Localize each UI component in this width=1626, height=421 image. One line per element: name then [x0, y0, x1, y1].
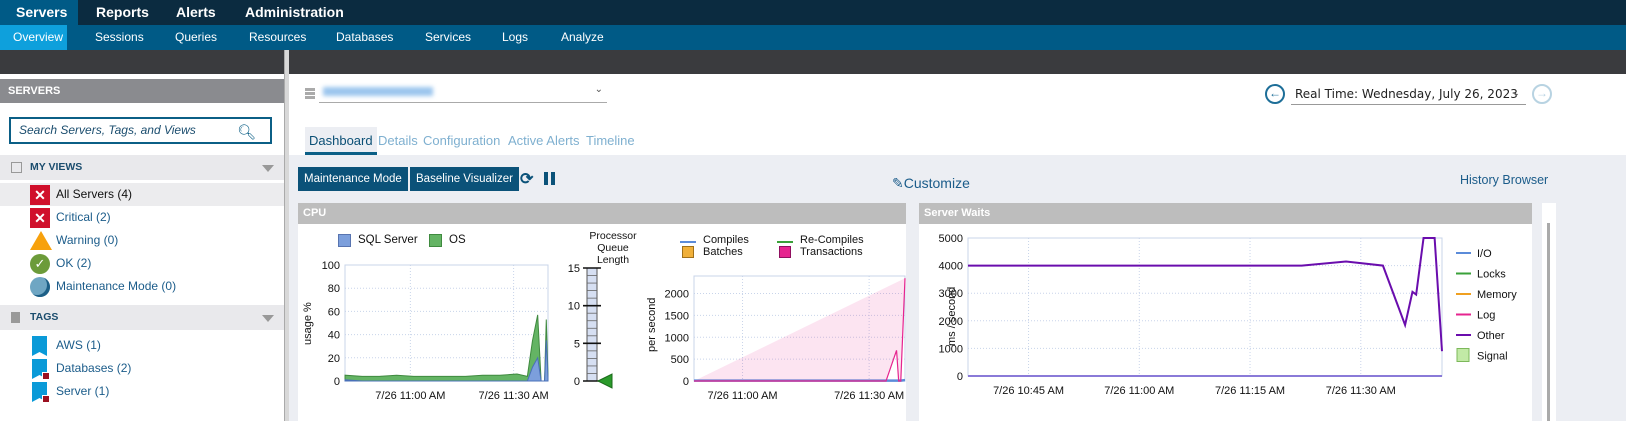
refresh-icon[interactable]: ⟳ — [520, 169, 533, 189]
subnav-databases[interactable]: Databases — [323, 25, 406, 50]
server-waits-panel — [919, 224, 1532, 421]
subnav-analyze[interactable]: Analyze — [548, 25, 617, 50]
legend-transactions: Transactions — [800, 246, 863, 258]
tag-label: AWS (1) — [56, 338, 101, 352]
tags-label: TAGS — [30, 311, 59, 323]
critical-icon: ✕ — [30, 208, 50, 228]
critical-icon: ✕ — [30, 185, 50, 205]
my-views-label: MY VIEWS — [30, 161, 83, 173]
tag-group-icon — [11, 312, 20, 323]
chevron-down-icon: ⌄ — [594, 84, 603, 95]
maintenance-mode-button[interactable]: Maintenance Mode — [298, 167, 408, 191]
tab-details[interactable]: Details — [378, 127, 418, 155]
legend-sql-server: SQL Server — [358, 234, 418, 246]
tag-label: Server (1) — [56, 384, 110, 398]
server-name-redacted — [323, 87, 433, 96]
search-icon[interactable]: 🔍︎ — [237, 121, 256, 144]
realtime-selector[interactable]: Real Time: Wednesday, July 26, 2023 ⌄ — [1291, 83, 1526, 105]
legend-swatch-os — [429, 234, 442, 247]
persecond-ylabel: per second — [646, 297, 658, 352]
previous-arrow-icon[interactable]: ← — [1265, 84, 1285, 104]
nav-reports[interactable]: Reports — [80, 0, 165, 25]
search-input[interactable]: Search Servers, Tags, and Views 🔍︎ — [9, 117, 272, 144]
legend-swatch-batches — [682, 246, 694, 258]
view-critical[interactable]: ✕ Critical (2) — [0, 206, 284, 229]
history-browser-link[interactable]: History Browser — [1460, 173, 1548, 187]
scrollbar[interactable] — [1542, 203, 1556, 421]
toolbar-strip — [0, 50, 1626, 74]
pencil-icon: ✎ — [892, 175, 904, 191]
legend-batches: Batches — [703, 246, 743, 258]
nav-servers[interactable]: Servers — [0, 0, 78, 25]
tag-alert-icon — [42, 395, 50, 403]
legend-line-compiles — [680, 241, 696, 243]
warning-icon — [30, 231, 52, 250]
tag-server[interactable]: Server (1) — [0, 380, 284, 403]
view-label: Critical (2) — [56, 210, 111, 224]
nav-administration[interactable]: Administration — [229, 0, 360, 25]
customize-link[interactable]: ✎Customize — [892, 175, 970, 192]
cpu-ylabel: usage % — [302, 302, 314, 345]
legend-recompiles: Re-Compiles — [800, 234, 864, 246]
next-arrow-icon[interactable]: → — [1532, 84, 1552, 104]
search-placeholder: Search Servers, Tags, and Views — [19, 123, 196, 137]
top-nav: Servers Reports Alerts Administration — [0, 0, 1626, 25]
legend-swatch-sql — [338, 234, 351, 247]
queue-length-title: Processor Queue Length — [589, 230, 637, 266]
tag-aws[interactable]: AWS (1) — [0, 334, 284, 357]
customize-label: Customize — [903, 175, 970, 191]
legend-line-recompiles — [777, 241, 793, 243]
collapse-icon[interactable] — [262, 315, 274, 322]
server-waits-panel-title: Server Waits — [919, 203, 1532, 224]
chevron-down-icon: ⌄ — [1512, 89, 1520, 99]
subnav-sessions[interactable]: Sessions — [82, 25, 157, 50]
tags-header[interactable]: TAGS — [0, 305, 284, 330]
subnav-overview[interactable]: Overview — [0, 25, 67, 50]
baseline-visualizer-button[interactable]: Baseline Visualizer — [410, 167, 519, 191]
views-icon — [11, 162, 22, 173]
view-ok[interactable]: ✓ OK (2) — [0, 252, 284, 275]
view-warning[interactable]: Warning (0) — [0, 229, 284, 252]
tag-icon — [32, 336, 47, 356]
tag-label: Databases (2) — [56, 361, 132, 375]
pause-icon[interactable] — [544, 172, 548, 185]
view-all-servers[interactable]: ✕ All Servers (4) — [0, 183, 284, 206]
tag-alert-icon — [42, 372, 50, 380]
tab-timeline[interactable]: Timeline — [586, 127, 635, 155]
view-label: Maintenance Mode (0) — [56, 279, 177, 293]
server-selector[interactable]: ⌄ — [319, 82, 607, 103]
scrollbar-thumb[interactable] — [1547, 223, 1550, 421]
tab-active-alerts[interactable]: Active Alerts — [508, 127, 580, 155]
tag-databases[interactable]: Databases (2) — [0, 357, 284, 380]
legend-os: OS — [449, 234, 466, 246]
sidebar: SERVERS Search Servers, Tags, and Views 🔍… — [0, 74, 284, 421]
subnav-queries[interactable]: Queries — [162, 25, 230, 50]
server-icon — [305, 88, 315, 99]
collapse-icon[interactable] — [262, 165, 274, 172]
waits-ylabel: ms / second — [946, 286, 958, 346]
maintenance-icon — [30, 277, 50, 297]
ok-check-icon: ✓ — [30, 254, 50, 274]
sub-nav: Overview Sessions Queries Resources Data… — [0, 25, 1626, 50]
subnav-logs[interactable]: Logs — [489, 25, 541, 50]
view-label: Warning (0) — [56, 233, 119, 247]
subnav-resources[interactable]: Resources — [236, 25, 319, 50]
main-panel: ⌄ ← Real Time: Wednesday, July 26, 2023 ⌄… — [289, 74, 1626, 421]
nav-alerts[interactable]: Alerts — [160, 0, 232, 25]
my-views-header[interactable]: MY VIEWS — [0, 155, 284, 180]
view-label: All Servers (4) — [56, 187, 133, 201]
tab-dashboard[interactable]: Dashboard — [305, 127, 377, 155]
subnav-services[interactable]: Services — [412, 25, 484, 50]
legend-swatch-transactions — [779, 246, 791, 258]
tab-configuration[interactable]: Configuration — [423, 127, 500, 155]
view-maintenance[interactable]: Maintenance Mode (0) — [0, 275, 284, 298]
cpu-panel-title: CPU — [298, 203, 906, 224]
realtime-label: Real Time: Wednesday, July 26, 2023 — [1295, 87, 1518, 101]
view-label: OK (2) — [56, 256, 92, 270]
legend-compiles: Compiles — [703, 234, 749, 246]
sidebar-title: SERVERS — [0, 79, 284, 103]
